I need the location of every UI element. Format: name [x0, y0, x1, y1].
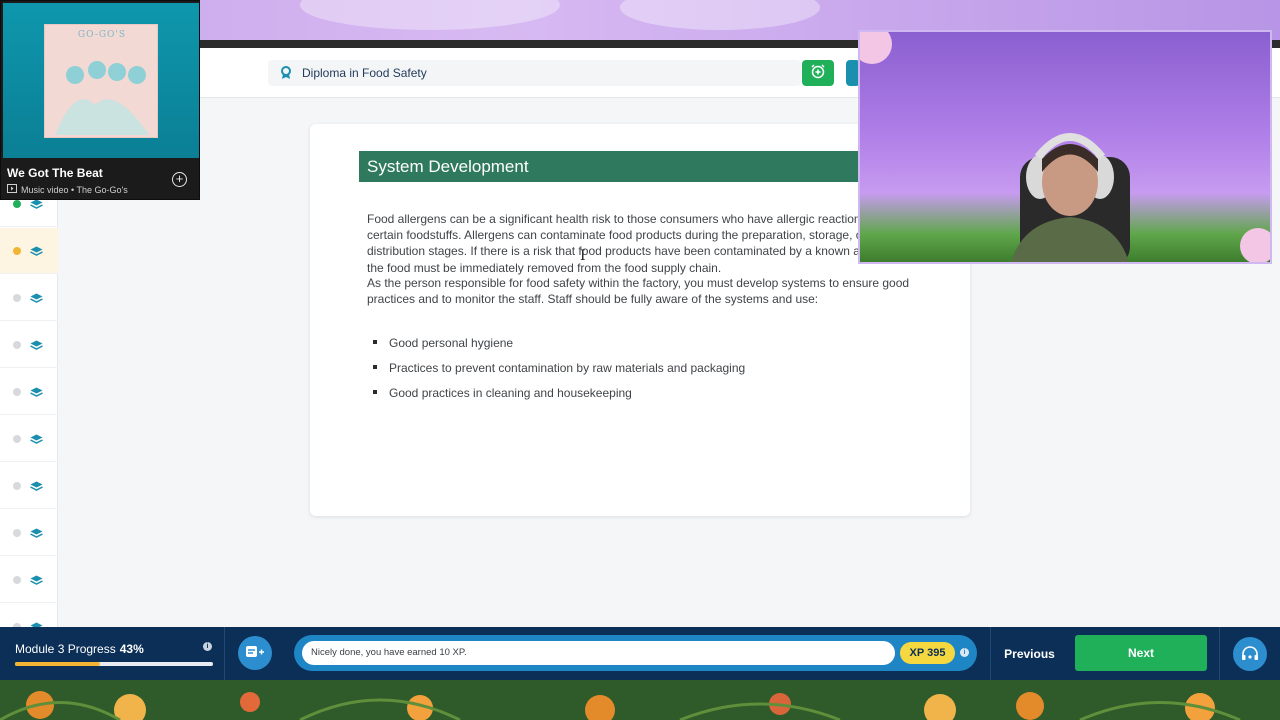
- headset-icon: [1233, 636, 1267, 671]
- sidebar-lesson-item[interactable]: [0, 557, 58, 603]
- song-title: We Got The Beat: [7, 166, 103, 180]
- add-note-icon: [245, 645, 265, 662]
- status-dot-icon: [13, 528, 21, 537]
- add-reminder-button[interactable]: [802, 60, 834, 86]
- album-cover: GO-GO'S: [44, 24, 158, 138]
- progress-label-text: Module 3 Progress: [15, 642, 116, 656]
- xp-message: Nicely done, you have earned 10 XP.: [302, 641, 895, 665]
- sidebar-lesson-item[interactable]: [0, 416, 58, 462]
- status-dot-icon: [13, 575, 21, 584]
- progress-label: Module 3 Progress 43%: [15, 642, 144, 656]
- sidebar-lesson-item[interactable]: [0, 228, 58, 274]
- previous-button[interactable]: Previous: [990, 627, 1068, 680]
- layers-icon: [30, 339, 43, 351]
- progress-fill: [15, 662, 101, 666]
- sidebar-lesson-item[interactable]: [0, 510, 58, 556]
- status-dot-icon: [13, 387, 21, 396]
- module-progress: Module 3 Progress 43% i: [0, 627, 225, 680]
- check-status-icon: [13, 199, 21, 208]
- layers-icon: [30, 386, 43, 398]
- layers-icon: [30, 527, 43, 539]
- xp-message-panel: Nicely done, you have earned 10 XP. XP 3…: [294, 635, 977, 671]
- text-cursor-icon: I: [580, 248, 586, 264]
- bottom-navigation-bar: Module 3 Progress 43% i Nicely done, you …: [0, 627, 1280, 680]
- status-dot-icon: [13, 293, 21, 302]
- progress-percent: 43%: [119, 642, 144, 656]
- progress-track: [15, 662, 213, 666]
- music-video-icon: [7, 184, 17, 195]
- layers-icon: [30, 480, 43, 492]
- xp-badge: XP 395: [900, 642, 955, 664]
- status-dot-icon: [13, 246, 21, 255]
- award-ribbon-icon: [280, 66, 292, 80]
- layers-icon: [30, 574, 43, 586]
- notes-button[interactable]: [238, 636, 272, 670]
- support-button[interactable]: [1219, 627, 1280, 680]
- video-meta-text: Music video • The Go-Go's: [21, 184, 128, 195]
- flower-decoration: [1240, 228, 1270, 262]
- section-title: System Development: [359, 151, 919, 182]
- info-icon[interactable]: i: [203, 642, 212, 651]
- layers-icon: [30, 292, 43, 304]
- next-button[interactable]: Next: [1075, 635, 1207, 671]
- flower-decoration: [860, 32, 892, 64]
- paragraph-systems: As the person responsible for food safet…: [367, 276, 910, 307]
- status-dot-icon: [13, 434, 21, 443]
- alarm-clock-plus-icon: [810, 63, 826, 84]
- floral-decoration: [0, 680, 1280, 720]
- streamer-avatar: [1011, 133, 1130, 262]
- status-dot-icon: [13, 340, 21, 349]
- add-to-library-icon[interactable]: +: [172, 172, 187, 187]
- paragraph-allergens: Food allergens can be a significant heal…: [367, 212, 900, 275]
- sidebar-lesson-item[interactable]: [0, 369, 58, 415]
- list-item: Good practices in cleaning and housekeep…: [373, 384, 745, 409]
- list-item: Good personal hygiene: [373, 334, 745, 359]
- sidebar-lesson-item[interactable]: [0, 322, 58, 368]
- video-overlay[interactable]: GO-GO'S We Got The Beat Music video • Th…: [0, 0, 200, 200]
- xp-info-icon[interactable]: i: [960, 648, 969, 657]
- course-title-bar[interactable]: Diploma in Food Safety: [268, 60, 801, 86]
- bullet-list: Good personal hygiene Practices to preve…: [373, 334, 745, 409]
- list-item: Practices to prevent contamination by ra…: [373, 359, 745, 384]
- layers-icon: [30, 245, 43, 257]
- sidebar-lesson-item[interactable]: [0, 463, 58, 509]
- webcam-overlay: [858, 30, 1272, 264]
- sidebar-lesson-item[interactable]: [0, 275, 58, 321]
- video-meta: Music video • The Go-Go's: [7, 184, 128, 195]
- course-title: Diploma in Food Safety: [302, 66, 427, 80]
- status-dot-icon: [13, 481, 21, 490]
- layers-icon: [30, 433, 43, 445]
